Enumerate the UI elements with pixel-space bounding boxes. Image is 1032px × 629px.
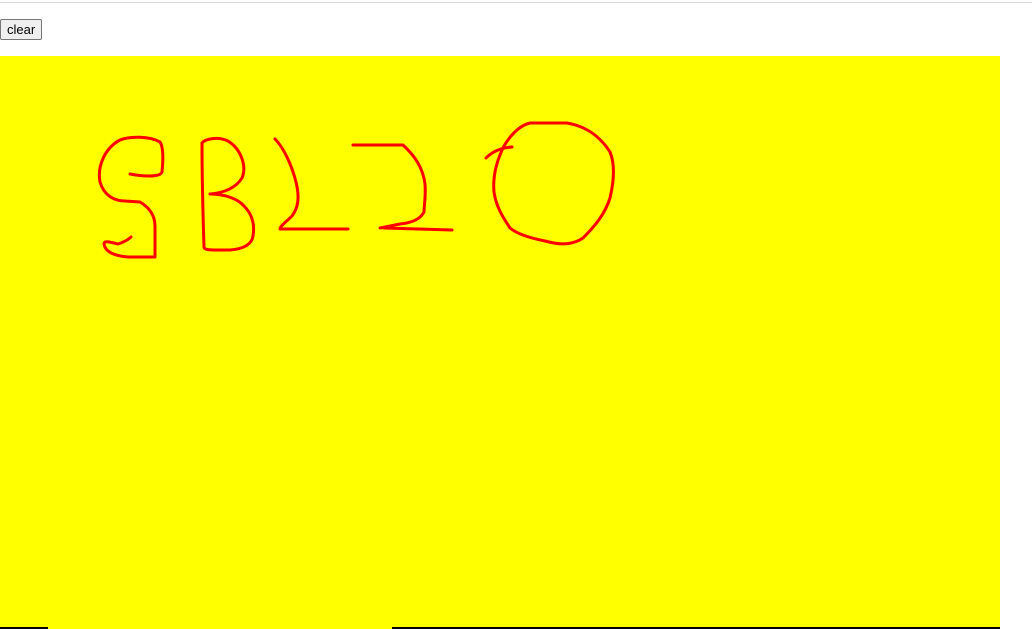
stroke-l	[273, 137, 350, 231]
stroke-o	[484, 121, 615, 246]
top-border	[0, 2, 1032, 3]
stroke-b	[200, 136, 256, 252]
stroke-s	[97, 135, 165, 259]
drawing-canvas[interactable]	[0, 56, 1000, 629]
clear-button[interactable]: clear	[0, 19, 43, 40]
drawing-strokes	[97, 121, 615, 259]
stroke-2	[351, 143, 454, 232]
